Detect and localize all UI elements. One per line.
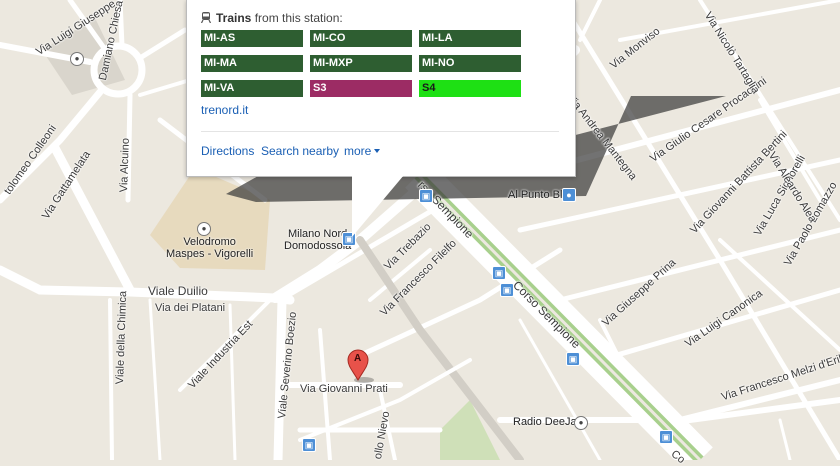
station-info-window: Trains from this station: MI-AS MI-CO MI-L… [186,0,576,177]
street-label: Via Alcuino [118,137,132,193]
al-punto-blu-label[interactable]: Al Punto Blu [508,189,569,201]
velodromo-label[interactable]: Velodromo Maspes - Vigorelli [166,236,253,260]
more-label[interactable]: more [344,144,371,158]
train-line-badge[interactable]: MI-MA [201,55,303,72]
train-line-badge[interactable]: MI-CO [310,30,412,47]
radio-icon[interactable]: ● [574,416,588,430]
train-line-badge[interactable]: MI-LA [419,30,521,47]
transit-stop-icon[interactable]: ▣ [659,430,673,444]
trains-label: Trains [216,11,252,25]
train-line-badge[interactable]: S4 [419,80,521,97]
train-line-badge[interactable]: MI-VA [201,80,303,97]
search-nearby-link[interactable]: Search nearby [261,144,339,158]
popup-tail [352,175,404,237]
operator-link[interactable]: trenord.it [201,103,248,117]
velodromo-icon[interactable]: ● [197,222,211,236]
landmark-icon[interactable]: ● [70,52,84,66]
train-line-badge[interactable]: MI-NO [419,55,521,72]
transit-stop-icon[interactable]: ▣ [419,189,433,203]
radio-deejay-label[interactable]: Radio DeeJay [513,416,582,428]
train-line-badge[interactable]: MI-MXP [310,55,412,72]
transit-stop-icon[interactable]: ▣ [302,438,316,452]
shop-icon[interactable]: ● [562,188,576,202]
train-line-badge[interactable]: MI-AS [201,30,303,47]
directions-link[interactable]: Directions [201,144,254,158]
divider [201,131,559,132]
transit-stop-icon[interactable]: ▣ [566,352,580,366]
transit-stop-icon[interactable]: ▣ [500,283,514,297]
street-label: Via dei Platani [155,302,226,314]
street-label: Via Giovanni Prati [300,383,388,395]
transit-stop-icon[interactable]: ▣ [492,266,506,280]
trains-suffix: from this station: [254,11,343,25]
more-link[interactable]: more [344,144,381,158]
train-line-badge[interactable]: S3 [310,80,412,97]
trains-heading: Trains from this station: [201,11,343,25]
chevron-down-icon [374,149,381,153]
train-icon [201,12,211,23]
street-label: Viale Duilio [148,284,208,298]
marker-letter[interactable]: A [354,353,361,364]
